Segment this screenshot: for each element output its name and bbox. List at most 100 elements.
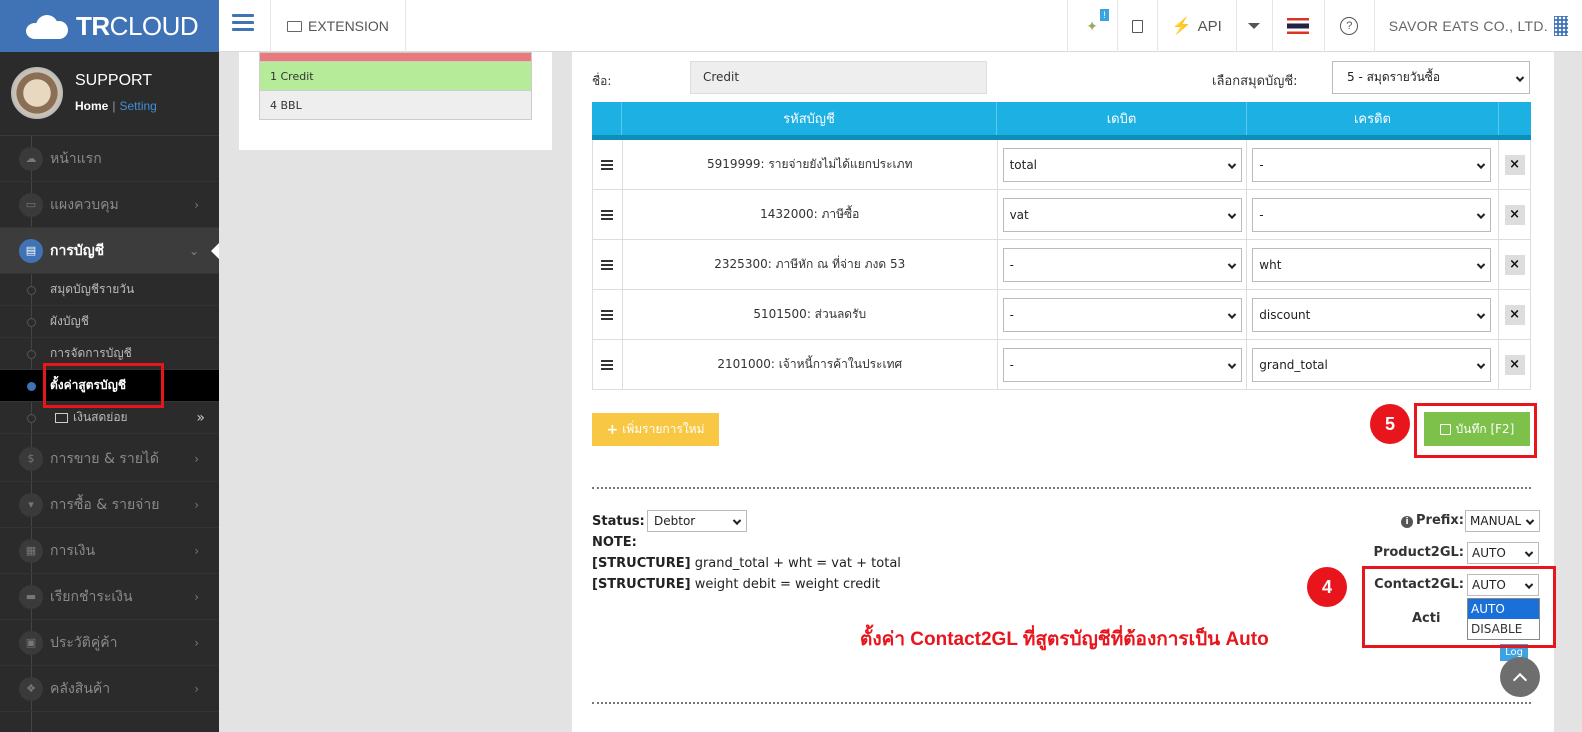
annotation-text: ตั้งค่า Contact2GL ที่สูตรบัญชีที่ต้องกา… [860, 629, 1269, 650]
credit-select[interactable]: grand_total [1252, 348, 1492, 382]
sidebar-subitem-chart-of-accounts[interactable]: ผังบัญชี [0, 306, 219, 338]
info-icon: i [1401, 516, 1414, 528]
delete-row-button[interactable]: × [1504, 204, 1525, 225]
product2gl-select[interactable]: AUTO [1467, 542, 1539, 564]
sidebar-item-accounting[interactable]: ▤ การบัญชี ⌄ [0, 228, 219, 274]
delete-row-button[interactable]: × [1504, 254, 1525, 275]
extension-button[interactable]: EXTENSION [270, 0, 406, 52]
sidebar-subitem-label: เงินสดย่อย [73, 410, 128, 424]
note-label: NOTE: [592, 535, 637, 550]
cart-icon: ▾ [19, 492, 43, 517]
table-row: 2101000: เจ้าหนี้การค้าในประเทศ - grand_to… [592, 340, 1531, 390]
chevron-right-icon: › [194, 497, 199, 512]
list-item-header [260, 53, 531, 61]
status-select[interactable]: Debtor [647, 510, 747, 532]
chevron-right-icon: › [194, 197, 199, 212]
prefix-select[interactable]: MANUAL [1465, 510, 1540, 532]
list-item[interactable]: 4 BBL [260, 90, 531, 119]
sidebar-item-finance[interactable]: ▦ การเงิน › [0, 528, 219, 574]
api-label: API [1197, 17, 1222, 35]
debit-select-value: vat [1009, 208, 1029, 222]
close-icon: × [1509, 307, 1520, 322]
drag-handle-icon[interactable] [593, 190, 623, 239]
mail-button[interactable] [1116, 0, 1157, 52]
plug-icon: ⚡ [1171, 18, 1192, 35]
avatar[interactable] [11, 67, 63, 119]
contact-icon: ▣ [19, 630, 43, 655]
sidebar-subitem-journal[interactable]: สมุดบัญชีรายวัน [0, 274, 219, 306]
language-button[interactable] [1271, 0, 1324, 52]
sidebar-subitem-label: สมุดบัญชีรายวัน [50, 282, 135, 296]
card-icon: ▬ [19, 584, 43, 609]
plus-icon: + [606, 421, 619, 438]
sidebar-item-sales[interactable]: $ การขาย & รายได้ › [0, 436, 219, 482]
debit-select[interactable]: - [1002, 348, 1242, 382]
account-cell: 5101500: ส่วนลดรับ [623, 290, 998, 339]
menu-toggle-icon[interactable] [232, 14, 254, 34]
chevron-down-icon [1227, 360, 1236, 369]
mail-icon [1131, 19, 1143, 33]
debit-select[interactable]: - [1002, 298, 1242, 332]
drag-handle-icon[interactable] [593, 140, 623, 189]
sidebar-item-label: การเงิน [50, 542, 96, 559]
sidebar-item-label: แผงควบคุม [50, 196, 119, 213]
sidebar-item-dashboard[interactable]: ▭ แผงควบคุม › [0, 182, 219, 228]
double-chevron-right-icon: » [196, 409, 205, 426]
account-cell: 2325300: ภาษีหัก ณ ที่จ่าย ภงด 53 [623, 240, 998, 289]
logo-text-light: CLOUD [109, 10, 199, 41]
add-row-button[interactable]: + เพิ่มรายการใหม่ [592, 413, 719, 446]
scroll-to-top-button[interactable] [1500, 657, 1540, 697]
id-card-icon [55, 412, 68, 423]
chevron-down-icon [1227, 310, 1236, 319]
delete-row-button[interactable]: × [1504, 354, 1525, 375]
list-item[interactable]: 1 Credit [260, 61, 531, 90]
chevron-right-icon: › [194, 681, 199, 696]
account-cell: 5919999: รายจ่ายยังไม่ได้แยกประเภท [623, 140, 998, 189]
credit-select[interactable]: - [1252, 148, 1492, 182]
credit-select[interactable]: discount [1252, 298, 1492, 332]
chevron-down-icon [1525, 516, 1535, 525]
sidebar-item-inventory[interactable]: ❖ คลังสินค้า › [0, 666, 219, 712]
delete-row-button[interactable]: × [1504, 154, 1525, 175]
chevron-down-icon [1227, 160, 1236, 169]
debit-select[interactable]: - [1002, 248, 1242, 282]
setting-link[interactable]: Setting [119, 99, 156, 113]
drag-handle-icon[interactable] [593, 290, 623, 339]
chevron-up-icon [1512, 672, 1528, 687]
api-button[interactable]: ⚡ API [1156, 0, 1236, 52]
sidebar-item-label: เรียกชำระเงิน [50, 588, 133, 605]
status-select-value: Debtor [654, 514, 696, 528]
monitor-icon [287, 20, 302, 32]
delete-row-button[interactable]: × [1504, 304, 1525, 325]
sidebar-item-home[interactable]: ☁ หน้าแรก [0, 136, 219, 182]
help-button[interactable]: ? [1323, 0, 1374, 52]
drag-handle-icon[interactable] [593, 340, 623, 389]
debit-select[interactable]: total [1002, 148, 1242, 182]
table-row: 5101500: ส่วนลดรับ - discount × [592, 290, 1531, 340]
gl-table-header: รหัสบัญชี เดบิต เครดิต [592, 102, 1531, 140]
chevron-down-icon [1477, 160, 1486, 169]
name-field[interactable]: Credit [690, 61, 987, 94]
close-icon: × [1509, 357, 1520, 372]
calendar-icon: ▦ [19, 538, 43, 563]
credit-select[interactable]: wht [1252, 248, 1492, 282]
notification-button[interactable]: ✦ ! [1066, 0, 1117, 52]
profile-name: SUPPORT [75, 72, 153, 89]
debit-select-value: total [1009, 158, 1038, 172]
app-logo[interactable]: TRCLOUD [0, 0, 219, 52]
sidebar-item-billing[interactable]: ▬ เรียกชำระเงิน › [0, 574, 219, 620]
highlight-formula-settings [43, 363, 164, 408]
home-link[interactable]: Home [75, 99, 108, 113]
cloud-icon: ☁ [19, 146, 43, 171]
top-bar: TRCLOUD EXTENSION ✦ ! ⚡ API ? SAVOR EATS… [0, 0, 1582, 52]
dropdown-button[interactable] [1235, 0, 1272, 52]
drag-handle-icon[interactable] [593, 240, 623, 289]
debit-select[interactable]: vat [1002, 198, 1242, 232]
journal-select[interactable]: 5 - สมุดรายวันซื้อ [1332, 61, 1530, 94]
structure-tag: [STRUCTURE] [592, 577, 691, 592]
sidebar-item-contacts[interactable]: ▣ ประวัติคู่ค้า › [0, 620, 219, 666]
cloud-logo-icon [26, 13, 70, 39]
sidebar-item-purchases[interactable]: ▾ การซื้อ & รายจ่าย › [0, 482, 219, 528]
credit-select[interactable]: - [1252, 198, 1492, 232]
company-selector[interactable]: SAVOR EATS CO., LTD. [1373, 0, 1582, 52]
